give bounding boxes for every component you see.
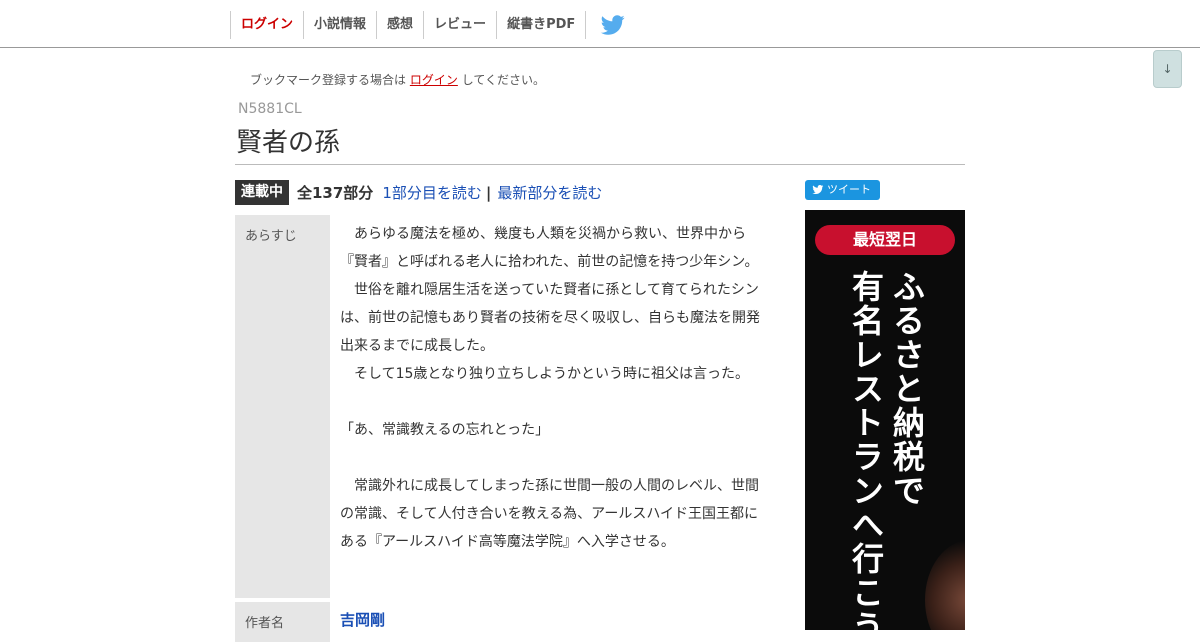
ad-banner[interactable]: 最短翌日 ふるさと納税で 有名レストランへ行こう	[805, 210, 965, 630]
top-navigation: ログイン 小説情報 感想 レビュー 縦書きPDF	[0, 0, 1200, 48]
bookmark-notice: ブックマーク登録する場合は ログイン してください。	[250, 71, 545, 88]
synopsis-line: の常識、そして人付き合いを教える為、アールスハイド王国王都に	[340, 506, 759, 522]
synopsis-line: あらゆる魔法を極め、幾度も人類を災禍から救い、世界中から	[340, 226, 746, 242]
read-first-part-link[interactable]: 1部分目を読む	[382, 182, 482, 203]
twitter-bird-icon[interactable]	[599, 13, 627, 37]
nav-vertical-pdf[interactable]: 縦書きPDF	[496, 11, 587, 39]
status-row: 連載中 全137部分 1部分目を読む | 最新部分を読む	[235, 180, 602, 205]
synopsis-line: ある『アールスハイド高等魔法学院』へ入学させる。	[340, 534, 675, 550]
bookmark-suffix: してください。	[461, 73, 545, 87]
synopsis-line: 常識外れに成長してしまった孫に世間一般の人間のレベル、世間	[340, 478, 760, 494]
scroll-down-button[interactable]: ↓	[1153, 50, 1182, 88]
synopsis-line: 『賢者』と呼ばれる老人に拾われた、前世の記憶を持つ少年シン。	[340, 254, 759, 270]
author-label-cell: 作者名	[235, 602, 330, 642]
tweet-button-label: ツイート	[827, 183, 871, 196]
synopsis-line: 世俗を離れ隠居生活を送っていた賢者に孫として育てられたシン	[340, 282, 759, 298]
novel-title: 賢者の孫	[236, 128, 341, 158]
synopsis-line	[340, 388, 770, 416]
synopsis-line: は、前世の記憶もあり賢者の技術を尽く吸収し、自らも魔法を開発	[340, 310, 760, 326]
synopsis-line: 「あ、常識教えるの忘れとった」	[340, 422, 550, 438]
total-parts: 全137部分	[297, 184, 374, 202]
synopsis-line: そして15歳となり独り立ちしようかという時に祖父は言った。	[340, 366, 749, 382]
synopsis-line	[340, 444, 770, 472]
nav-novel-info[interactable]: 小説情報	[303, 11, 376, 39]
read-latest-part-link[interactable]: 最新部分を読む	[497, 182, 602, 203]
twitter-bird-icon	[812, 185, 824, 194]
novel-code: N5881CL	[238, 101, 302, 117]
serial-status-badge: 連載中	[235, 180, 289, 205]
nav-login[interactable]: ログイン	[230, 11, 303, 39]
synopsis-line: 出来るまでに成長した。	[340, 338, 494, 354]
author-label: 作者名	[245, 616, 285, 631]
synopsis-text: あらゆる魔法を極め、幾度も人類を災禍から救い、世界中から 『賢者』と呼ばれる老人…	[340, 220, 770, 556]
ad-headline-column-2: 有名レストランへ行こう	[847, 270, 885, 630]
tweet-button[interactable]: ツイート	[805, 180, 880, 200]
synopsis-label: あらすじ	[245, 229, 297, 244]
bookmark-prefix: ブックマーク登録する場合は	[250, 73, 407, 87]
ad-headline-column-1: ふるさと納税で	[888, 270, 926, 508]
nav-impressions[interactable]: 感想	[376, 11, 423, 39]
nav-menu: ログイン 小説情報 感想 レビュー 縦書きPDF	[230, 11, 587, 39]
ad-food-image	[925, 540, 965, 630]
nav-reviews[interactable]: レビュー	[423, 11, 496, 39]
title-divider	[235, 164, 965, 165]
bookmark-login-link[interactable]: ログイン	[410, 73, 458, 87]
author-name-link[interactable]: 吉岡剛	[340, 609, 385, 630]
synopsis-label-cell: あらすじ	[235, 215, 330, 598]
link-separator: |	[485, 183, 492, 202]
ad-pill: 最短翌日	[815, 225, 955, 255]
